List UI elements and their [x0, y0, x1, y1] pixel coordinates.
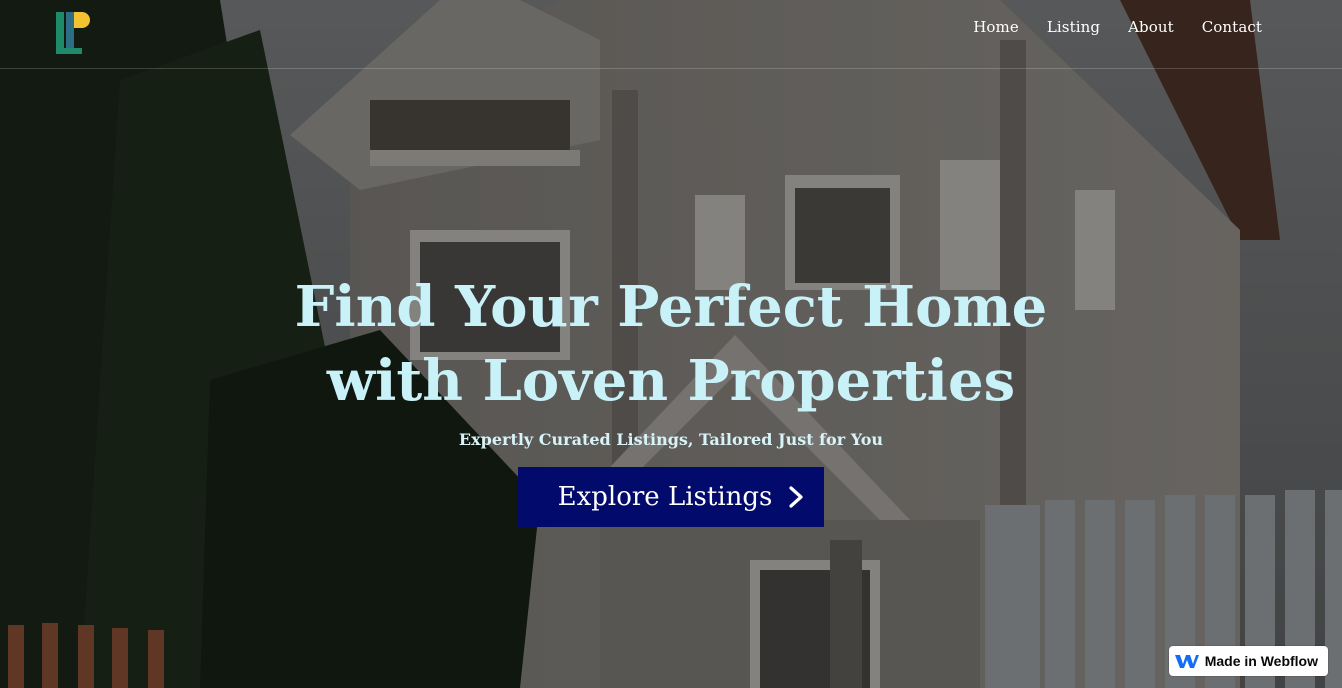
explore-listings-button[interactable]: Explore Listings [517, 467, 825, 527]
hero-subtitle: Expertly Curated Listings, Tailored Just… [458, 430, 884, 449]
hero-title: Find Your Perfect Home with Loven Proper… [294, 274, 1048, 414]
made-in-webflow-badge[interactable]: Made in Webflow [1168, 646, 1328, 676]
webflow-logo-icon [1174, 655, 1199, 668]
nav-link-home[interactable]: Home [973, 18, 1019, 36]
brand-logo[interactable] [52, 10, 92, 56]
badge-label: Made in Webflow [1204, 653, 1318, 669]
navbar: Home Listing About Contact [0, 0, 1342, 69]
chevron-right-icon [789, 486, 803, 508]
nav-link-contact[interactable]: Contact [1202, 18, 1262, 36]
loven-logo-icon [56, 12, 90, 54]
nav-links: Home Listing About Contact [973, 18, 1262, 36]
nav-link-listing[interactable]: Listing [1047, 18, 1100, 36]
nav-link-about[interactable]: About [1128, 18, 1174, 36]
hero-section: Find Your Perfect Home with Loven Proper… [0, 270, 1342, 527]
explore-listings-label: Explore Listings [557, 482, 773, 512]
